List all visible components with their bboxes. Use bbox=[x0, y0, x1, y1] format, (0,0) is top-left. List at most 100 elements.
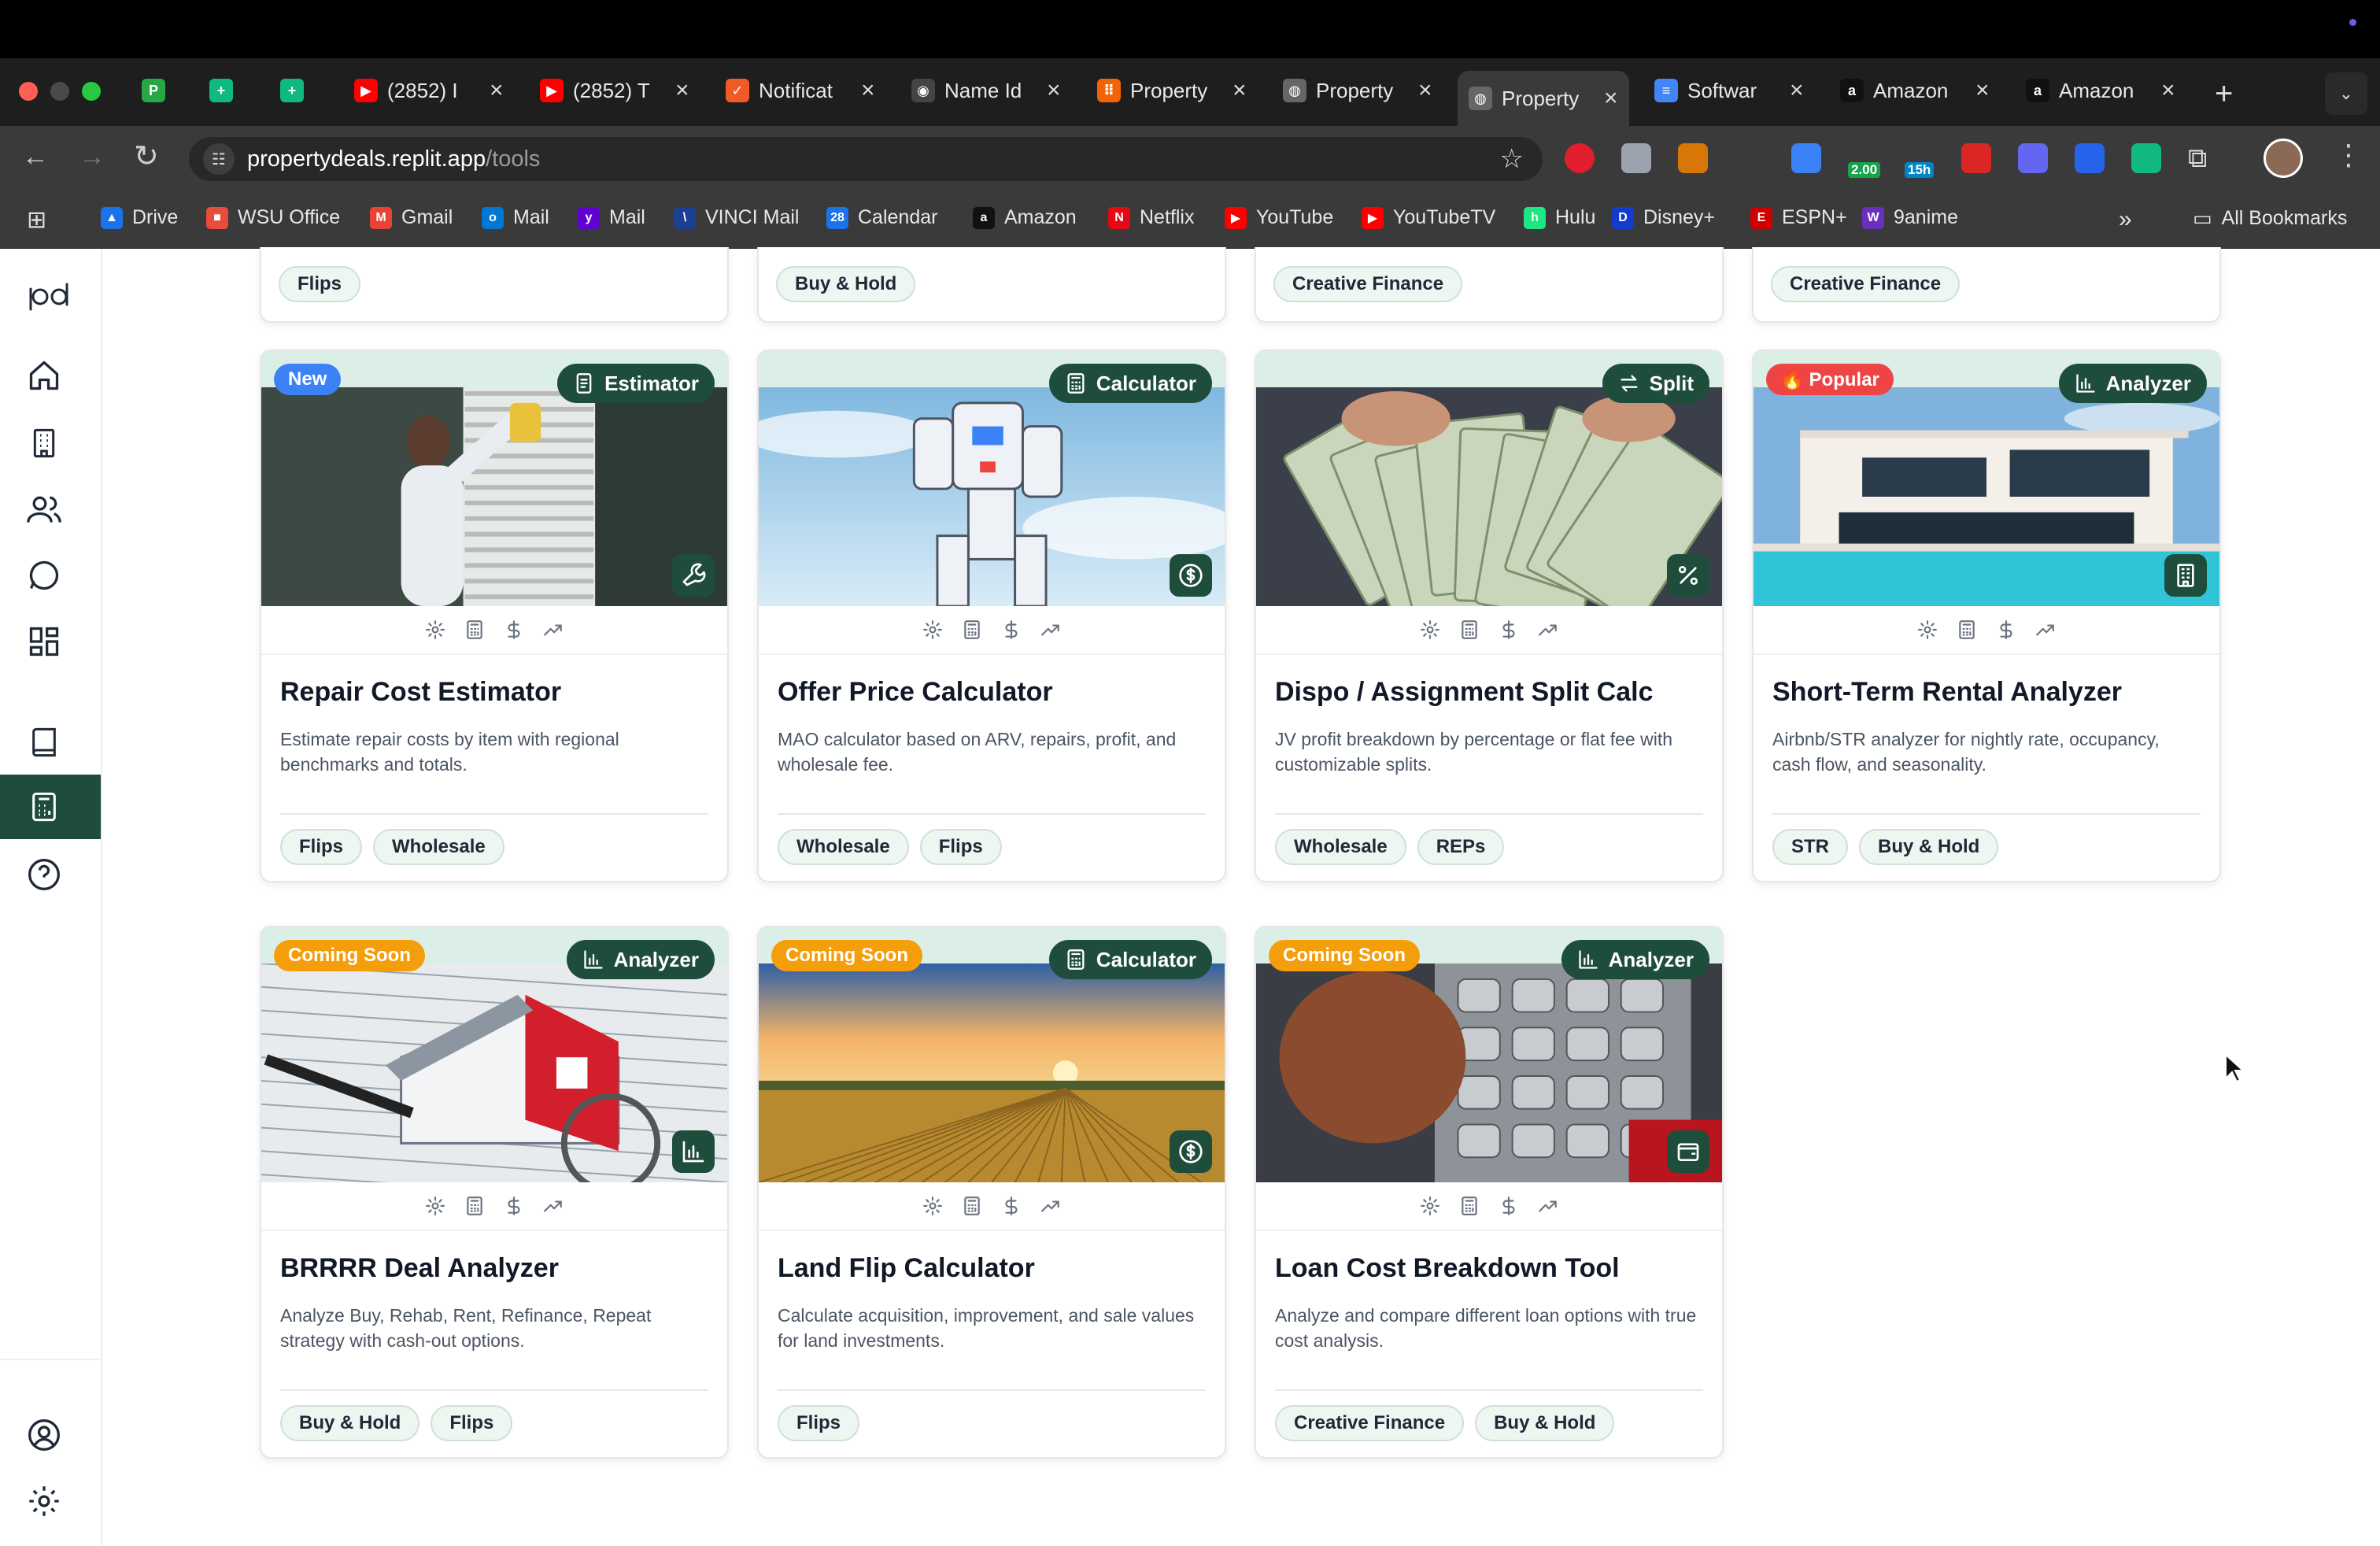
home-icon[interactable] bbox=[24, 356, 64, 395]
zoom-window-button[interactable] bbox=[82, 82, 101, 101]
browser-tab[interactable]: ▶ (2852) T × bbox=[529, 71, 700, 110]
bookmark-favicon-icon: ▶ bbox=[1362, 206, 1384, 229]
close-window-button[interactable] bbox=[19, 82, 38, 101]
extension-icon[interactable]: 15h bbox=[1905, 143, 1935, 178]
dashboard-grid-icon[interactable] bbox=[24, 622, 64, 661]
bookmark-item[interactable]: \ VINCI Mail bbox=[674, 206, 799, 229]
tool-card[interactable]: Buy & Hold bbox=[757, 247, 1226, 323]
extension-icon[interactable] bbox=[1621, 143, 1651, 173]
reload-button[interactable]: ↻ bbox=[134, 139, 159, 174]
browser-tab[interactable]: ▶ (2852) I × bbox=[343, 71, 515, 110]
extension-icon[interactable] bbox=[1735, 143, 1765, 173]
browser-tab[interactable]: P bbox=[129, 71, 178, 110]
extension-icon[interactable] bbox=[1961, 143, 1991, 173]
bookmark-item[interactable]: ■ WSU Office bbox=[206, 206, 340, 229]
browser-tab[interactable]: + bbox=[197, 71, 246, 110]
tab-close-icon[interactable]: × bbox=[1975, 77, 1990, 104]
tab-close-icon[interactable]: × bbox=[1232, 77, 1247, 104]
feature-icons-row bbox=[1256, 1182, 1722, 1231]
bookmark-item[interactable]: y Mail bbox=[578, 206, 645, 229]
card-title[interactable]: Land Flip Calculator bbox=[778, 1253, 1206, 1284]
tool-card[interactable]: 🔥 Popular Analyzer Short-Term Rental Analy… bbox=[1752, 350, 2221, 882]
card-title[interactable]: BRRRR Deal Analyzer bbox=[280, 1253, 708, 1284]
tool-card[interactable]: Flips bbox=[260, 247, 729, 323]
tab-close-icon[interactable]: × bbox=[2161, 77, 2175, 104]
extension-icon[interactable]: 2.00 bbox=[1848, 143, 1881, 178]
tab-close-icon[interactable]: × bbox=[1790, 77, 1804, 104]
profile-avatar[interactable] bbox=[2264, 139, 2303, 178]
tab-close-icon[interactable]: × bbox=[861, 77, 875, 104]
address-bar[interactable]: ☷ propertydeals.replit.app/tools ☆ bbox=[189, 137, 1543, 181]
logo[interactable] bbox=[27, 277, 74, 316]
card-title[interactable]: Short-Term Rental Analyzer bbox=[1772, 677, 2201, 708]
bookmark-item[interactable]: ▶ YouTube bbox=[1225, 206, 1333, 229]
calculator-nav-icon[interactable] bbox=[24, 787, 64, 827]
tool-card[interactable]: Creative Finance bbox=[1752, 247, 2221, 323]
bookmark-item[interactable]: E ESPN+ bbox=[1750, 206, 1847, 229]
forward-button[interactable]: → bbox=[79, 142, 105, 172]
card-title[interactable]: Repair Cost Estimator bbox=[280, 677, 708, 708]
profile-icon[interactable] bbox=[24, 1415, 64, 1455]
tool-card[interactable]: Coming Soon Analyzer Loan Cost Breakdown T… bbox=[1255, 926, 1724, 1459]
extension-icon[interactable] bbox=[1565, 143, 1595, 173]
tab-close-icon[interactable]: × bbox=[1418, 77, 1432, 104]
chat-icon[interactable] bbox=[24, 556, 64, 595]
tab-close-icon[interactable]: × bbox=[1047, 77, 1061, 104]
building-icon[interactable] bbox=[24, 423, 64, 463]
bookmark-item[interactable]: a Amazon bbox=[973, 206, 1077, 229]
browser-tab[interactable]: ✓ Notificat × bbox=[715, 71, 886, 110]
bookmark-item[interactable]: N Netflix bbox=[1108, 206, 1194, 229]
site-settings-icon[interactable]: ☷ bbox=[203, 143, 235, 175]
bookmark-item[interactable]: ▲ Drive bbox=[101, 206, 178, 229]
bookmarks-overflow-icon[interactable]: » bbox=[2119, 206, 2132, 233]
users-icon[interactable] bbox=[24, 490, 64, 529]
bookmark-item[interactable]: W 9anime bbox=[1862, 206, 1958, 229]
bookmark-item[interactable]: ▶ YouTubeTV bbox=[1362, 206, 1495, 229]
extension-icon[interactable] bbox=[2018, 143, 2048, 173]
tab-close-icon[interactable]: × bbox=[490, 77, 504, 104]
extensions-puzzle-icon[interactable]: ⧉ bbox=[2188, 143, 2218, 173]
new-tab-button[interactable]: + bbox=[2204, 74, 2244, 113]
tab-close-icon[interactable]: × bbox=[1604, 85, 1618, 112]
tool-card[interactable]: New Estimator Repair Cost Estimator Estimat… bbox=[260, 350, 729, 882]
minimize-window-button[interactable] bbox=[50, 82, 69, 101]
bookmark-item[interactable]: h Hulu bbox=[1524, 206, 1595, 229]
back-button[interactable]: ← bbox=[22, 142, 49, 172]
bookmark-star-icon[interactable]: ☆ bbox=[1500, 143, 1524, 175]
browser-tab[interactable]: ◉ Name Id × bbox=[900, 71, 1072, 110]
tab-search-button[interactable]: ⌄ bbox=[2325, 72, 2367, 115]
status-badge: New bbox=[274, 364, 342, 395]
browser-tab[interactable]: ◍ Property × bbox=[1272, 71, 1443, 110]
tab-close-icon[interactable]: × bbox=[675, 77, 689, 104]
extension-icon[interactable] bbox=[1678, 143, 1708, 173]
bookmark-item[interactable]: D Disney+ bbox=[1612, 206, 1715, 229]
extension-icon[interactable] bbox=[2131, 143, 2161, 173]
swap-arrows-icon bbox=[1618, 372, 1640, 394]
help-icon[interactable] bbox=[24, 855, 64, 894]
browser-tab[interactable]: a Amazon × bbox=[2015, 71, 2186, 110]
bookmark-item[interactable]: o Mail bbox=[482, 206, 549, 229]
url-text[interactable]: propertydeals.replit.app/tools bbox=[247, 146, 540, 172]
settings-icon[interactable] bbox=[24, 1481, 64, 1521]
tool-card[interactable]: Split Dispo / Assignment Split Calc JV pro… bbox=[1255, 350, 1724, 882]
bookmark-item[interactable]: M Gmail bbox=[370, 206, 453, 229]
browser-tab[interactable]: ◍ Property × bbox=[1458, 71, 1629, 126]
book-icon[interactable] bbox=[24, 723, 64, 762]
tool-card[interactable]: Coming Soon Calculator Land Flip Calculato… bbox=[757, 926, 1226, 1459]
all-bookmarks-folder[interactable]: ▭ All Bookmarks bbox=[2193, 206, 2347, 231]
extension-icon[interactable] bbox=[1791, 143, 1821, 173]
tool-card[interactable]: Calculator Offer Price Calculator MAO calc… bbox=[757, 350, 1226, 882]
browser-tab[interactable]: ⠿ Property × bbox=[1086, 71, 1258, 110]
card-title[interactable]: Dispo / Assignment Split Calc bbox=[1275, 677, 1703, 708]
tool-card[interactable]: Creative Finance bbox=[1255, 247, 1724, 323]
browser-tab[interactable]: a Amazon × bbox=[1829, 71, 2001, 110]
extension-icon[interactable] bbox=[2075, 143, 2105, 173]
apps-grid-icon[interactable]: ⊞ bbox=[27, 206, 46, 234]
card-title[interactable]: Offer Price Calculator bbox=[778, 677, 1206, 708]
tool-card[interactable]: Coming Soon Analyzer BRRRR Deal Analyzer An… bbox=[260, 926, 729, 1459]
card-title[interactable]: Loan Cost Breakdown Tool bbox=[1275, 1253, 1703, 1284]
browser-menu-icon[interactable]: ⋮ bbox=[2334, 139, 2363, 172]
browser-tab[interactable]: ≡ Softwar × bbox=[1643, 71, 1815, 110]
bookmark-item[interactable]: 28 Calendar bbox=[826, 206, 937, 229]
browser-tab[interactable]: + bbox=[268, 71, 316, 110]
